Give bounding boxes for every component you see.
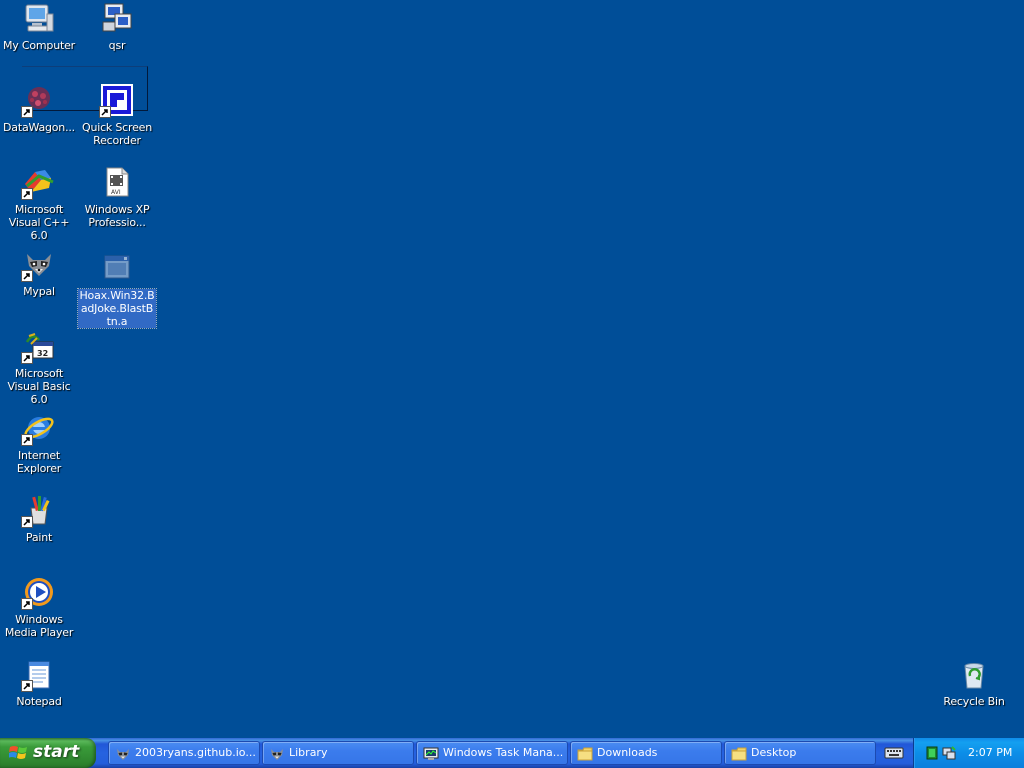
desktop-icon-label: qsr: [108, 39, 126, 52]
folder-icon: [577, 746, 593, 762]
desktop-icon-label: Paint: [25, 531, 53, 544]
visual-basic-icon: 32: [21, 330, 55, 364]
desktop-icon-label: My Computer: [3, 39, 75, 52]
desktop-icon-quick-screen-recorder[interactable]: Quick Screen Recorder: [78, 84, 156, 147]
desktop-icon-my-computer[interactable]: My Computer: [0, 2, 78, 52]
avi-file-icon: AVI: [101, 166, 133, 198]
start-button[interactable]: start: [0, 738, 96, 768]
desktop-icon-hoax-blastbtn[interactable]: Hoax.Win32.BadJoke.BlastBtn.a: [77, 252, 157, 329]
desktop-icon-visual-basic[interactable]: 32 Microsoft Visual Basic 6.0: [0, 330, 78, 406]
desktop-icon-label: Recycle Bin: [943, 695, 1005, 708]
desktop-icon-label: Quick Screen Recorder: [81, 121, 153, 147]
executable-window-icon: [101, 252, 133, 284]
desktop-icon-label: Hoax.Win32.BadJoke.BlastBtn.a: [77, 288, 157, 329]
taskbar-button-label: 2003ryans.github.io...: [135, 746, 255, 759]
network-icon[interactable]: [942, 746, 956, 760]
taskbar-button-downloads[interactable]: Downloads: [570, 741, 722, 765]
svg-text:AVI: AVI: [111, 189, 121, 196]
shortcut-arrow-icon: [21, 106, 33, 118]
desktop-icon-qsr[interactable]: qsr: [78, 2, 156, 52]
desktop-icon-internet-explorer[interactable]: Internet Explorer: [0, 412, 78, 475]
svg-text:32: 32: [37, 349, 48, 358]
desktop-icon-label: Windows XP Professio...: [84, 203, 150, 229]
mypal-raccoon-icon: [115, 746, 131, 762]
qsr-icon: [101, 2, 133, 34]
taskbar: start 2003ryans.github.io... Library Win…: [0, 738, 1024, 768]
taskbar-button-label: Downloads: [597, 746, 658, 759]
desktop-icon-label: Windows Media Player: [4, 613, 74, 639]
recycle-bin-icon: [958, 658, 990, 690]
desktop-icon-paint[interactable]: Paint: [0, 494, 78, 544]
shortcut-arrow-icon: [21, 434, 33, 446]
taskbar-button-desktop[interactable]: Desktop: [724, 741, 876, 765]
shortcut-arrow-icon: [99, 106, 111, 118]
shortcut-arrow-icon: [21, 516, 33, 528]
desktop-icon-recycle-bin[interactable]: Recycle Bin: [935, 658, 1013, 708]
desktop-icon-windows-xp-avi[interactable]: AVI Windows XP Professio...: [78, 166, 156, 229]
notepad-icon: [21, 658, 55, 692]
taskbar-button-label: Desktop: [751, 746, 797, 759]
shortcut-arrow-icon: [21, 270, 33, 282]
shortcut-arrow-icon: [21, 188, 33, 200]
desktop-icon-label: Microsoft Visual Basic 6.0: [7, 367, 71, 406]
desktop-icon-label: Mypal: [23, 285, 55, 298]
desktop-icon-label: DataWagon...: [3, 121, 75, 134]
green-square-icon[interactable]: [926, 746, 940, 760]
desktop-icon-mypal[interactable]: Mypal: [0, 248, 78, 298]
keyboard-icon[interactable]: [884, 746, 904, 760]
paint-icon: [21, 494, 55, 528]
datawagon-icon: [21, 84, 55, 118]
taskbar-button-mypal-2003ryans[interactable]: 2003ryans.github.io...: [108, 741, 260, 765]
mypal-raccoon-icon: [269, 746, 285, 762]
mypal-raccoon-icon: [21, 248, 55, 282]
internet-explorer-icon: [21, 412, 55, 446]
desktop-icon-label: Internet Explorer: [16, 449, 62, 475]
taskbar-button-label: Windows Task Mana...: [443, 746, 563, 759]
quick-screen-recorder-icon: [99, 84, 133, 118]
shortcut-arrow-icon: [21, 680, 33, 692]
my-computer-icon: [23, 2, 55, 34]
taskbar-button-library[interactable]: Library: [262, 741, 414, 765]
task-manager-icon: [423, 746, 439, 762]
taskbar-button-task-manager[interactable]: Windows Task Mana...: [416, 741, 568, 765]
folder-icon: [731, 746, 747, 762]
desktop-icon-windows-media-player[interactable]: Windows Media Player: [0, 576, 78, 639]
desktop-icon-label: Notepad: [16, 695, 62, 708]
shortcut-arrow-icon: [21, 352, 33, 364]
taskbar-button-label: Library: [289, 746, 328, 759]
desktop-icon-datawagon[interactable]: DataWagon...: [0, 84, 78, 134]
start-label: start: [33, 742, 80, 762]
clock[interactable]: 2:07 PM: [968, 746, 1012, 759]
desktop-icon-notepad[interactable]: Notepad: [0, 658, 78, 708]
windows-flag-icon: [8, 744, 28, 762]
desktop-icon-label: Microsoft Visual C++ 6.0: [8, 203, 70, 242]
visual-cpp-icon: [21, 166, 55, 200]
system-tray: 2:07 PM: [913, 738, 1024, 768]
windows-media-player-icon: [21, 576, 55, 610]
shortcut-arrow-icon: [21, 598, 33, 610]
desktop-icon-visual-cpp[interactable]: Microsoft Visual C++ 6.0: [0, 166, 78, 242]
